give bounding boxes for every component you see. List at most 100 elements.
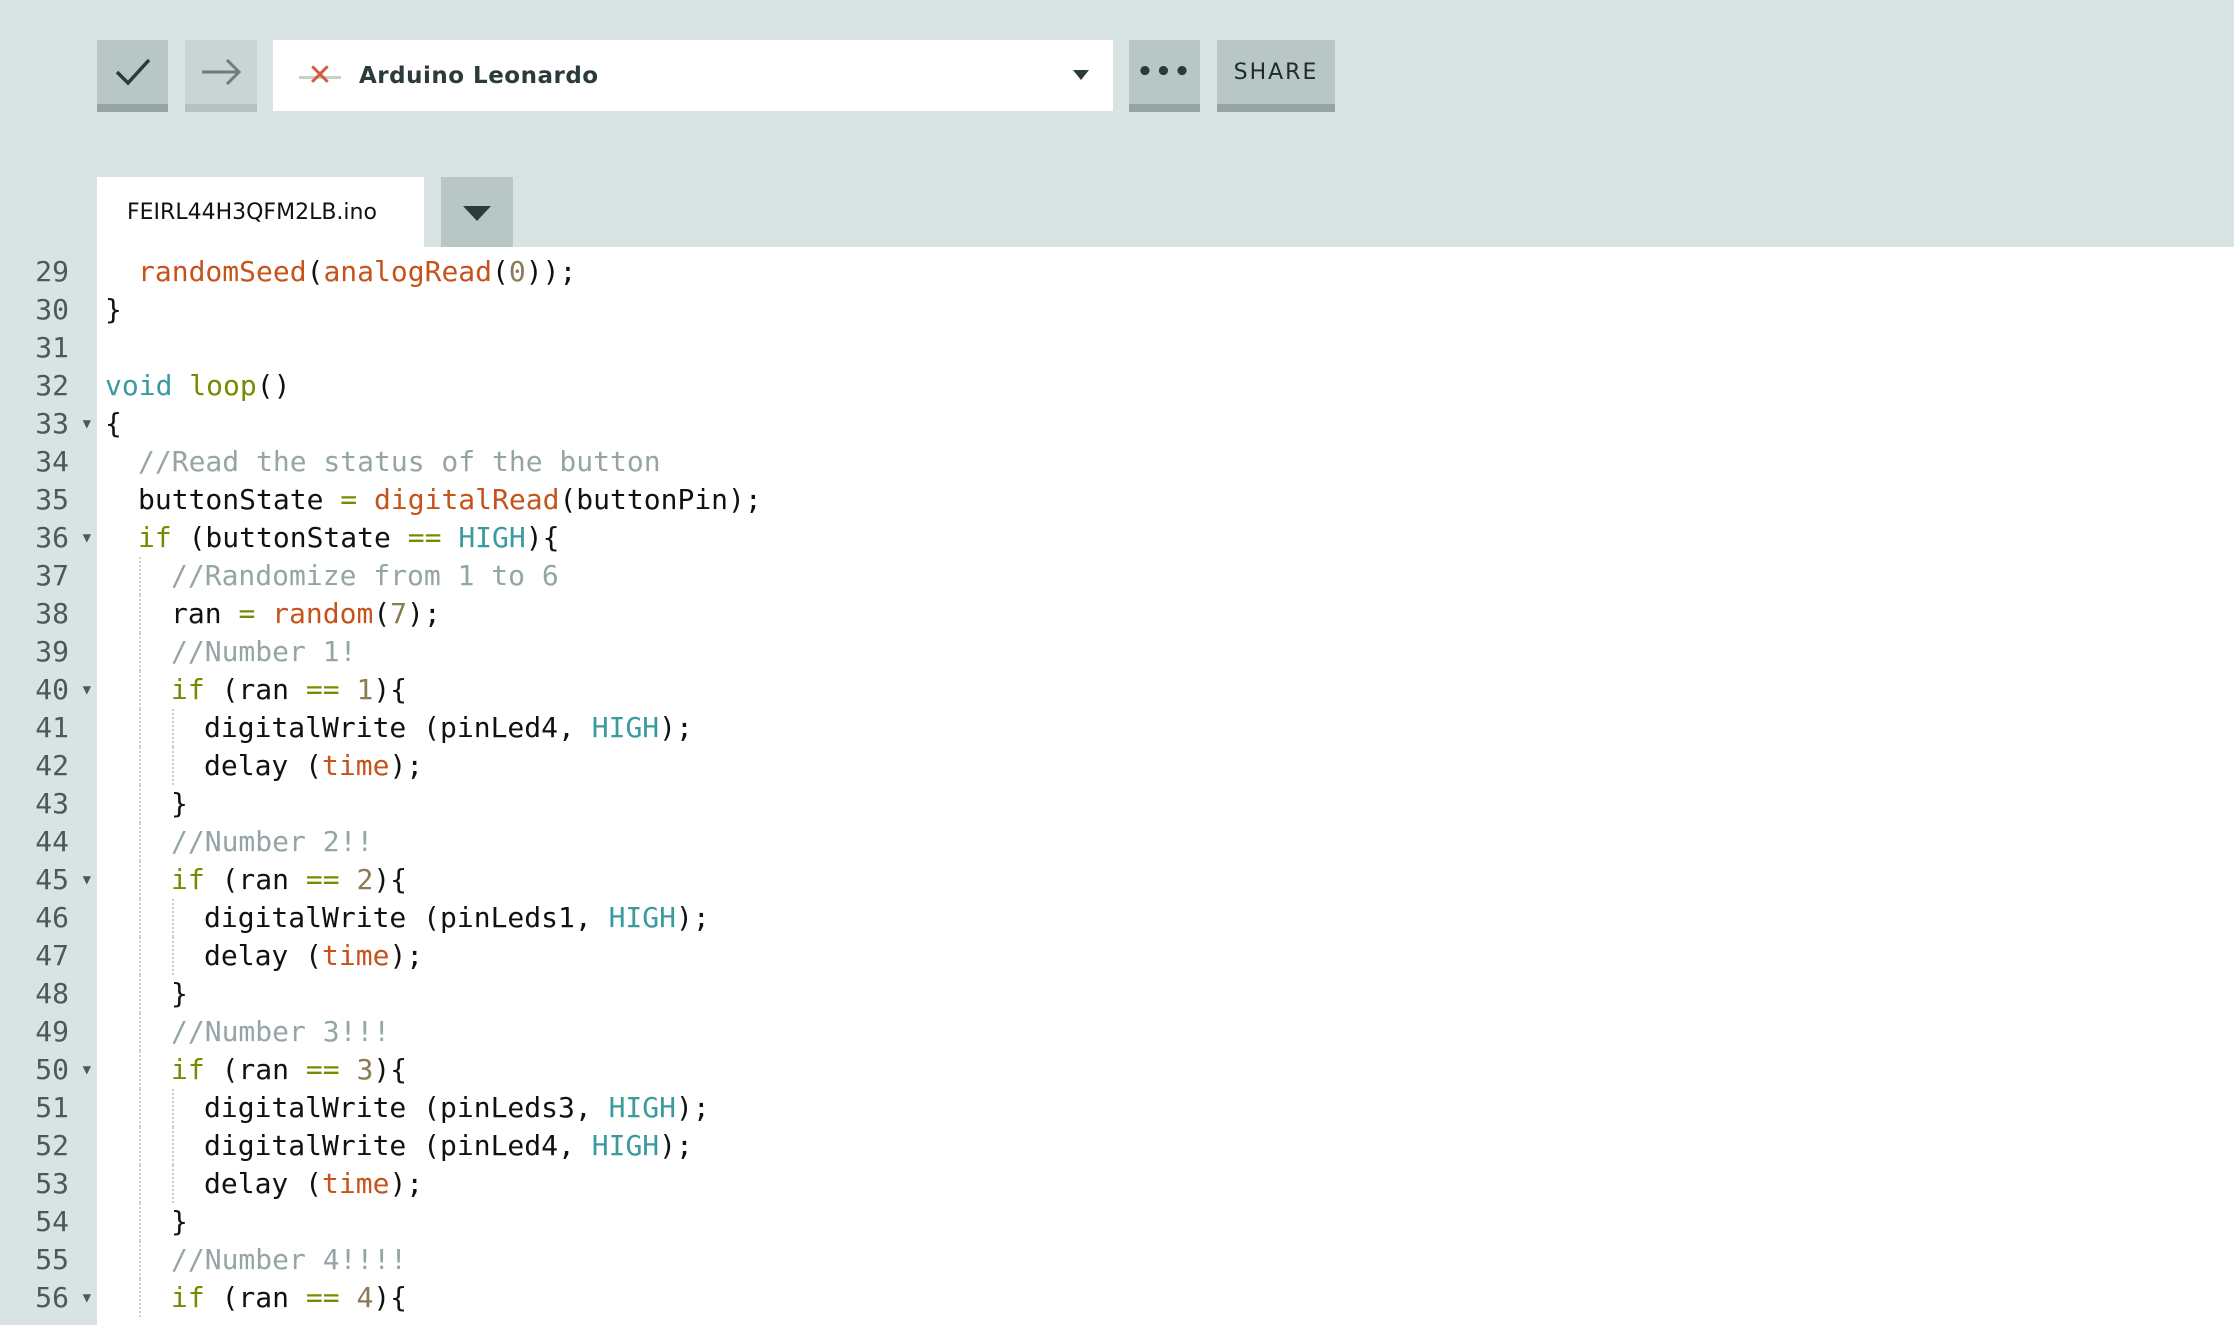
fold-toggle-icon[interactable]: ▼: [83, 405, 91, 443]
line-number-text: 55: [35, 1243, 69, 1276]
code-line: //Number 2!!: [105, 823, 2234, 861]
line-number-text: 40: [35, 673, 69, 706]
line-number-text: 43: [35, 787, 69, 820]
code-token: ){: [525, 521, 560, 554]
code-token: if: [171, 1053, 205, 1086]
fold-toggle-icon[interactable]: ▼: [83, 671, 91, 709]
code-line: digitalWrite (pinLed4, HIGH);: [105, 1127, 2234, 1165]
fold-toggle-icon[interactable]: ▼: [83, 1279, 91, 1317]
line-number: 47: [0, 937, 97, 975]
line-number: 50 ▼: [0, 1051, 97, 1089]
indent-guide: [139, 557, 141, 595]
upload-button[interactable]: [185, 40, 257, 112]
line-number: 29: [0, 253, 97, 291]
code-token: if: [138, 521, 172, 554]
code-line: delay (time);: [105, 747, 2234, 785]
line-number-text: 52: [35, 1129, 69, 1162]
code-token: ==: [305, 673, 340, 706]
tab-file[interactable]: FEIRL44H3QFM2LB.ino: [97, 177, 424, 247]
fold-toggle-icon[interactable]: ▼: [83, 861, 91, 899]
code-token: digitalWrite (pinLeds3,: [204, 1091, 609, 1124]
code-token: =: [238, 597, 256, 630]
code-token: );: [389, 1167, 424, 1200]
code-token: randomSeed: [138, 255, 307, 288]
code-line: delay (time);: [105, 937, 2234, 975]
indent-guide: [139, 975, 141, 1013]
line-number-text: 36: [35, 521, 69, 554]
more-options-button[interactable]: •••: [1129, 40, 1200, 112]
line-number-text: 35: [35, 483, 69, 516]
indent-guide: [139, 1165, 141, 1203]
code-token: 0: [508, 255, 526, 288]
share-button[interactable]: SHARE: [1217, 40, 1335, 112]
code-token: );: [389, 749, 424, 782]
code-token: analogRead: [323, 255, 493, 288]
code-token: digitalRead: [374, 483, 560, 516]
line-number: 30: [0, 291, 97, 329]
indent-guide: [139, 1241, 141, 1279]
board-selector[interactable]: ✕ Arduino Leonardo: [273, 40, 1113, 111]
line-number-text: 53: [35, 1167, 69, 1200]
indent-guide: [139, 1279, 141, 1317]
code-line: void loop(): [105, 367, 2234, 405]
code-token: ){: [373, 673, 408, 706]
indent-guide: [172, 1089, 174, 1127]
code-token: void: [105, 369, 173, 402]
verify-button[interactable]: [97, 40, 168, 112]
code-token: HIGH: [608, 901, 677, 934]
fold-toggle-icon[interactable]: ▼: [83, 1051, 91, 1089]
line-number: 32: [0, 367, 97, 405]
line-number-text: 37: [35, 559, 69, 592]
chevron-down-icon: [1073, 70, 1089, 80]
tab-menu-button[interactable]: [441, 177, 513, 247]
code-token: if: [171, 673, 205, 706]
code-token: //Read the status of the button: [138, 445, 661, 478]
code-token: ){: [373, 863, 408, 896]
line-number: 45 ▼: [0, 861, 97, 899]
code-line: }: [105, 1203, 2234, 1241]
code-token: );: [659, 1129, 693, 1162]
line-number-gutter: 29 30 31 32 33 ▼ 34 35 36 ▼ 37 38 39 40 ▼ 41 42 43 44 45 ▼ 46…: [0, 253, 97, 1317]
code-token: (buttonState: [171, 521, 408, 554]
line-number-text: 50: [35, 1053, 69, 1086]
code-token: delay (: [204, 1167, 323, 1200]
indent-guide: [172, 937, 174, 975]
code-line: digitalWrite (pinLeds1, HIGH);: [105, 899, 2234, 937]
code-token: ==: [305, 863, 340, 896]
code-lines[interactable]: randomSeed(analogRead(0));} void loop(){/…: [105, 253, 2234, 1317]
code-token: time: [322, 939, 390, 972]
indent-guide: [139, 1051, 141, 1089]
line-number: 43: [0, 785, 97, 823]
code-token: digitalWrite (pinLed4,: [204, 711, 592, 744]
code-line: delay (time);: [105, 1165, 2234, 1203]
code-line: if (ran == 1){: [105, 671, 2234, 709]
code-line: }: [105, 291, 2234, 329]
code-token: delay (: [204, 939, 323, 972]
line-number: 51: [0, 1089, 97, 1127]
code-token: time: [322, 1167, 390, 1200]
code-token: (ran: [204, 863, 306, 896]
code-token: //Randomize from 1 to 6: [171, 559, 559, 592]
code-token: );: [676, 1091, 710, 1124]
line-number-text: 38: [35, 597, 69, 630]
code-token: (ran: [204, 1053, 306, 1086]
code-token: (ran: [204, 1281, 306, 1314]
code-line: //Number 3!!!: [105, 1013, 2234, 1051]
line-number: 37: [0, 557, 97, 595]
code-line: randomSeed(analogRead(0));: [105, 253, 2234, 291]
line-number: 46: [0, 899, 97, 937]
line-number-text: 41: [35, 711, 69, 744]
code-line: if (ran == 3){: [105, 1051, 2234, 1089]
fold-toggle-icon[interactable]: ▼: [83, 519, 91, 557]
code-token: ==: [407, 521, 442, 554]
code-token: if: [171, 1281, 205, 1314]
line-number-text: 29: [35, 255, 69, 288]
indent-guide: [172, 1165, 174, 1203]
code-token: digitalWrite (pinLed4,: [204, 1129, 592, 1162]
line-number: 48: [0, 975, 97, 1013]
